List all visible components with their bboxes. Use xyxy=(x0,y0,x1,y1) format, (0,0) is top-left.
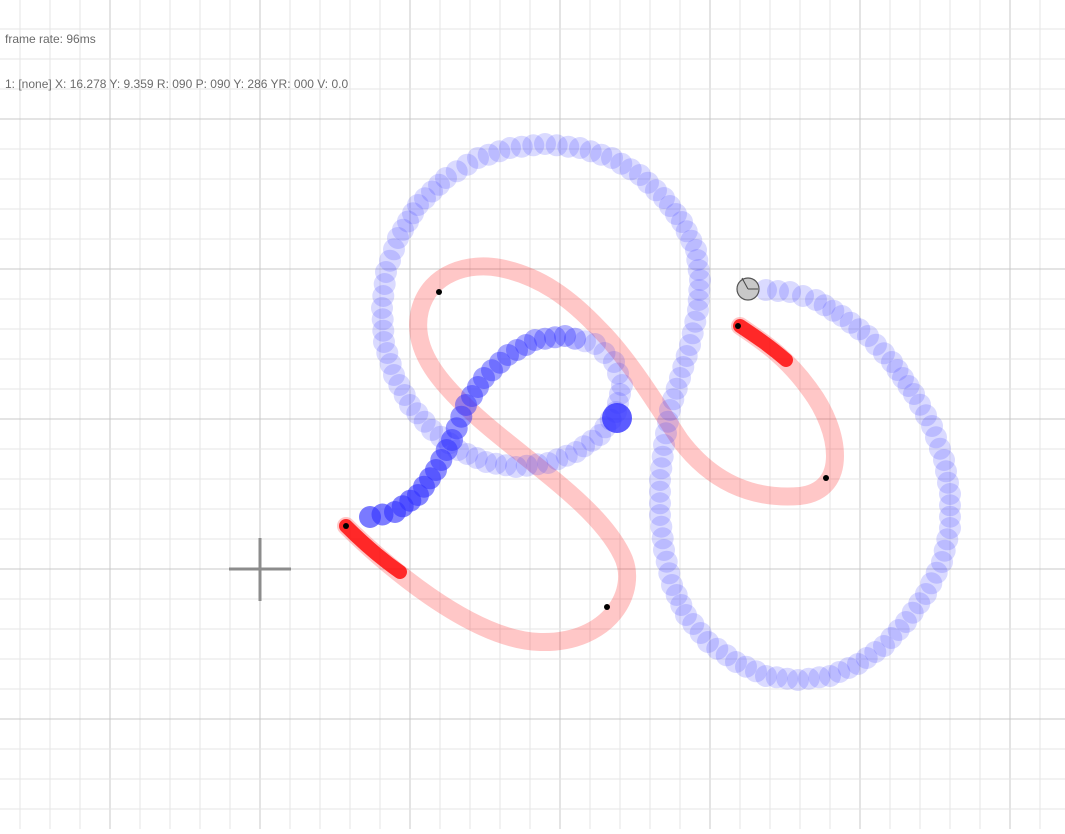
control-point xyxy=(604,604,610,610)
control-point xyxy=(436,289,442,295)
red-stroke-head xyxy=(339,519,407,579)
grid xyxy=(0,0,1065,829)
cursor-ball-icon[interactable] xyxy=(736,277,760,301)
trail-head-dot xyxy=(602,403,632,433)
drawing-canvas[interactable]: frame rate: 96ms 1: [none] X: 16.278 Y: … xyxy=(0,0,1065,829)
hud-overlay: frame rate: 96ms 1: [none] X: 16.278 Y: … xyxy=(5,2,348,122)
control-point xyxy=(343,523,349,529)
control-point xyxy=(823,475,829,481)
frame-rate-label: frame rate: 96ms xyxy=(5,32,96,46)
tracker-status-line: 1: [none] X: 16.278 Y: 9.359 R: 090 P: 0… xyxy=(5,77,349,91)
control-point xyxy=(735,323,741,329)
origin-crosshair-icon xyxy=(229,538,291,601)
scene-svg[interactable] xyxy=(0,0,1065,829)
